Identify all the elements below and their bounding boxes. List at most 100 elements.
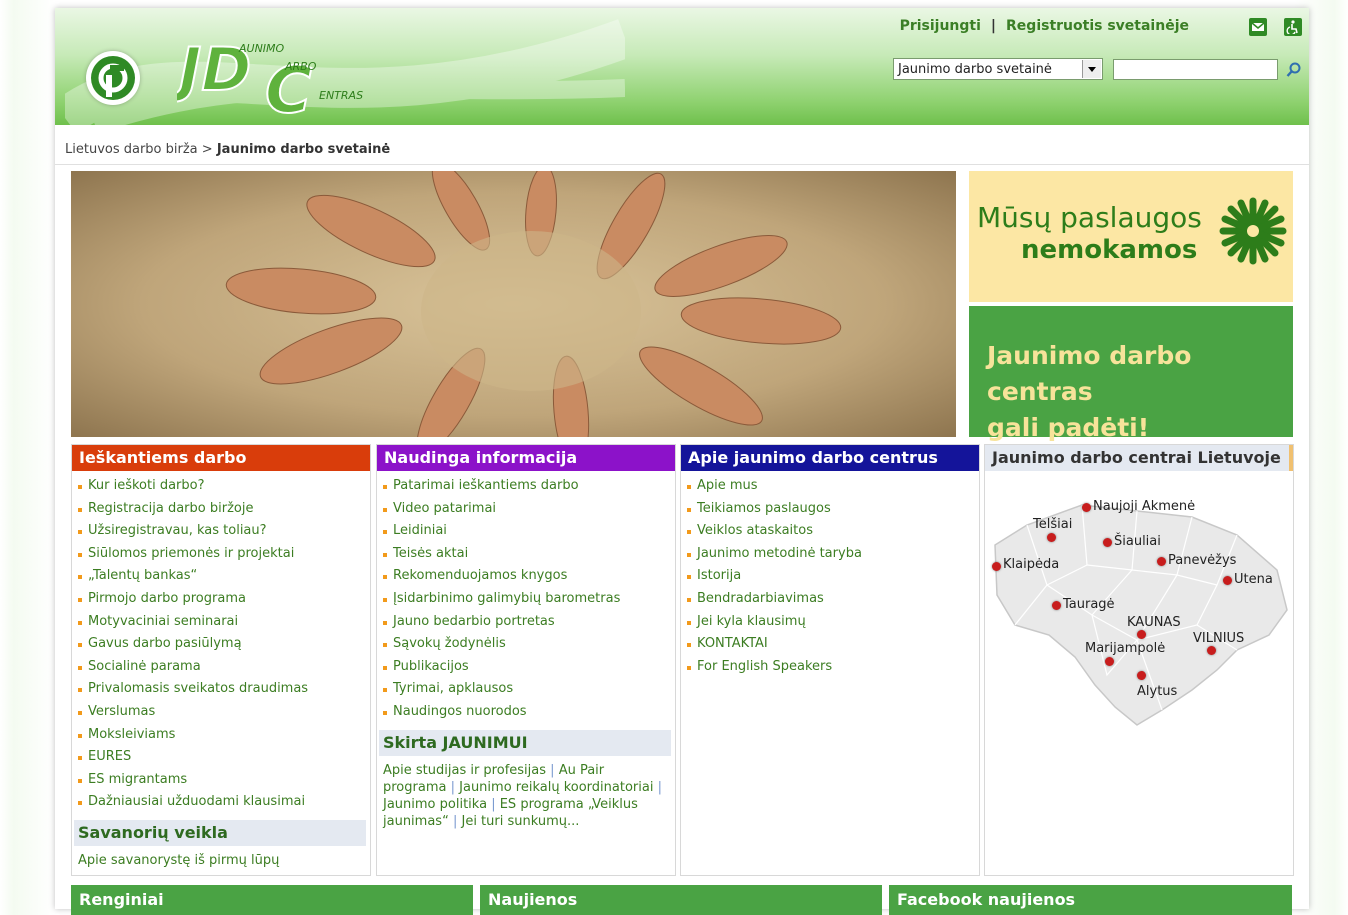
facebook-news-header[interactable]: Facebook naujienos: [889, 885, 1292, 915]
list-item[interactable]: Sąvokų žodynėlis: [383, 633, 675, 656]
youth-link[interactable]: Jaunimo politika: [383, 797, 487, 812]
list-item[interactable]: Užsiregistravau, kas toliau?: [78, 520, 370, 543]
city-label[interactable]: Telšiai: [1033, 517, 1072, 532]
lithuania-map[interactable]: Naujoji Akmenė Telšiai Šiauliai Panevėžy…: [987, 475, 1291, 735]
city-label[interactable]: Šiauliai: [1114, 534, 1161, 549]
link-separator: |: [657, 779, 662, 795]
header: JD C AUNIMO ARBO ENTRAS Prisijungti | Regi…: [55, 8, 1309, 125]
chevron-down-icon[interactable]: [1082, 60, 1101, 78]
list-item[interactable]: Patarimai ieškantiems darbo: [383, 475, 675, 498]
ldb-logo[interactable]: [86, 51, 140, 105]
top-links: Prisijungti | Registruotis svetainėje: [900, 18, 1189, 34]
register-link[interactable]: Registruotis svetainėje: [1006, 18, 1189, 34]
list-item[interactable]: Gavus darbo pasiūlymą: [78, 633, 370, 656]
list-item[interactable]: ES migrantams: [78, 769, 370, 792]
breadcrumb-parent[interactable]: Lietuvos darbo birža: [65, 142, 198, 157]
column-useful-info: Naudinga informacija Patarimai ieškantie…: [376, 444, 676, 876]
link-separator: |: [550, 762, 555, 778]
youth-link[interactable]: Apie studijas ir profesijas: [383, 763, 546, 778]
breadcrumb: Lietuvos darbo birža > Jaunimo darbo sve…: [65, 142, 390, 157]
city-label[interactable]: Utena: [1234, 572, 1273, 587]
city-label[interactable]: VILNIUS: [1193, 631, 1244, 646]
map-marker[interactable]: [1137, 630, 1146, 639]
column-map: Jaunimo darbo centrai Lietuvoje Naujoji …: [984, 444, 1294, 876]
list-item[interactable]: Rekomenduojamos knygos: [383, 565, 675, 588]
breadcrumb-separator: >: [201, 142, 213, 157]
promo-services-line1: Mūsų paslaugos: [977, 201, 1202, 234]
accessibility-icon[interactable]: [1284, 18, 1302, 36]
city-label[interactable]: Panevėžys: [1168, 553, 1236, 568]
list-item[interactable]: Tyrimai, apklausos: [383, 678, 675, 701]
site-select-value: Jaunimo darbo svetainė: [898, 62, 1052, 77]
page: JD C AUNIMO ARBO ENTRAS Prisijungti | Regi…: [55, 8, 1309, 915]
list-item[interactable]: Istorija: [687, 565, 979, 588]
search-icon[interactable]: [1286, 62, 1302, 78]
logo-text-2: ARBO: [284, 60, 317, 73]
promo-help[interactable]: Jaunimo darbo centras gali padėti!: [969, 306, 1293, 442]
list-item[interactable]: Pirmojo darbo programa: [78, 588, 370, 611]
map-marker[interactable]: [1223, 576, 1232, 585]
list-item[interactable]: Įsidarbinimo galimybių barometras: [383, 588, 675, 611]
map-marker[interactable]: [1052, 601, 1061, 610]
list-item[interactable]: „Talentų bankas“: [78, 565, 370, 588]
promo-help-line2: gali padėti!: [987, 413, 1150, 442]
youth-link[interactable]: Jei turi sunkumų...: [461, 814, 579, 829]
map-marker[interactable]: [1105, 657, 1114, 666]
youth-link[interactable]: Jaunimo reikalų koordinatoriai: [459, 780, 653, 795]
city-label[interactable]: Naujoji Akmenė: [1093, 499, 1195, 514]
jdc-logo[interactable]: JD C AUNIMO ARBO ENTRAS: [177, 26, 397, 121]
volunteer-link[interactable]: Apie savanorystę iš pirmų lūpų: [72, 846, 370, 869]
logo-text-3: ENTRAS: [319, 89, 363, 102]
promo-free-services[interactable]: Mūsų paslaugos nemokamos: [969, 171, 1293, 302]
column-title: Apie jaunimo darbo centrus: [681, 445, 979, 471]
mail-icon[interactable]: [1249, 18, 1267, 36]
map-marker[interactable]: [1137, 671, 1146, 680]
list-item[interactable]: For English Speakers: [687, 656, 979, 679]
promo-help-line1: Jaunimo darbo centras: [987, 341, 1192, 406]
news-header[interactable]: Naujienos: [480, 885, 882, 915]
city-label[interactable]: Tauragė: [1063, 597, 1115, 612]
city-label[interactable]: KAUNAS: [1127, 615, 1181, 630]
list-item[interactable]: Socialinė parama: [78, 656, 370, 679]
list-item[interactable]: Siūlomos priemonės ir projektai: [78, 543, 370, 566]
events-header[interactable]: Renginiai: [71, 885, 473, 915]
list-item[interactable]: Dažniausiai užduodami klausimai: [78, 791, 370, 814]
site-select[interactable]: Jaunimo darbo svetainė: [893, 58, 1103, 80]
search-input[interactable]: [1113, 59, 1278, 80]
list-item[interactable]: Video patarimai: [383, 498, 675, 521]
list-item[interactable]: Bendradarbiavimas: [687, 588, 979, 611]
list-item[interactable]: Kur ieškoti darbo?: [78, 475, 370, 498]
list-item[interactable]: EURES: [78, 746, 370, 769]
list-item[interactable]: Jauno bedarbio portretas: [383, 611, 675, 634]
about-centers-list: Apie mus Teikiamos paslaugos Veiklos ata…: [681, 475, 979, 678]
map-marker[interactable]: [1157, 557, 1166, 566]
link-separator: |: [452, 813, 458, 829]
list-item[interactable]: Moksleiviams: [78, 724, 370, 747]
list-item[interactable]: Registracija darbo biržoje: [78, 498, 370, 521]
list-item[interactable]: Apie mus: [687, 475, 979, 498]
map-marker[interactable]: [1082, 503, 1091, 512]
youth-links: Apie studijas ir profesijas | Au Pair pr…: [377, 756, 675, 830]
map-title: Jaunimo darbo centrai Lietuvoje: [985, 445, 1293, 471]
list-item[interactable]: Teikiamos paslaugos: [687, 498, 979, 521]
list-item[interactable]: KONTAKTAI: [687, 633, 979, 656]
list-item[interactable]: Publikacijos: [383, 656, 675, 679]
list-item[interactable]: Jaunimo metodinė taryba: [687, 543, 979, 566]
list-item[interactable]: Leidiniai: [383, 520, 675, 543]
list-item[interactable]: Jei kyla klausimų: [687, 611, 979, 634]
list-item[interactable]: Naudingos nuorodos: [383, 701, 675, 724]
column-title: Ieškantiems darbo: [72, 445, 370, 471]
map-marker[interactable]: [1103, 538, 1112, 547]
map-marker[interactable]: [992, 562, 1001, 571]
list-item[interactable]: Privalomasis sveikatos draudimas: [78, 678, 370, 701]
list-item[interactable]: Veiklos ataskaitos: [687, 520, 979, 543]
list-item[interactable]: Motyvaciniai seminarai: [78, 611, 370, 634]
list-item[interactable]: Verslumas: [78, 701, 370, 724]
map-marker[interactable]: [1207, 646, 1216, 655]
map-marker[interactable]: [1047, 533, 1056, 542]
city-label[interactable]: Klaipėda: [1003, 557, 1059, 572]
city-label[interactable]: Alytus: [1137, 684, 1177, 699]
list-item[interactable]: Teisės aktai: [383, 543, 675, 566]
city-label[interactable]: Marijampolė: [1085, 641, 1165, 656]
login-link[interactable]: Prisijungti: [900, 18, 981, 34]
